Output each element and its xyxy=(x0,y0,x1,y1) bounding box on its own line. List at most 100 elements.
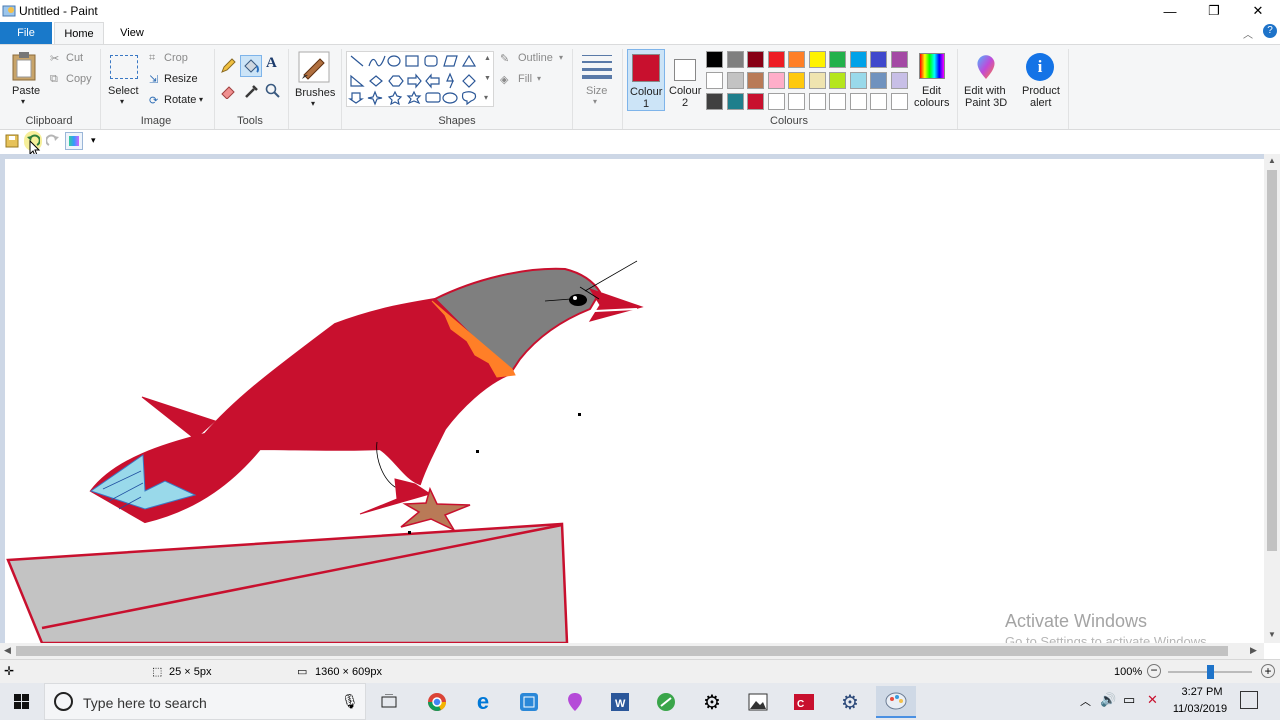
network-icon[interactable]: ✕ xyxy=(1147,692,1158,708)
shapes-gallery[interactable] xyxy=(346,51,494,107)
product-alert-button[interactable]: i Product alert xyxy=(1016,49,1066,111)
paint3d-taskbar-icon[interactable] xyxy=(555,686,595,718)
palette-swatch[interactable] xyxy=(890,72,908,89)
size-button[interactable]: Size ▾ xyxy=(577,49,617,109)
action-center-icon[interactable] xyxy=(1240,691,1258,709)
snip-icon[interactable] xyxy=(509,686,549,718)
scroll-up-icon[interactable]: ▲ xyxy=(484,55,491,62)
drawing-canvas[interactable]: Activate Windows Go to Settings to activ… xyxy=(5,159,1264,643)
palette-swatch[interactable] xyxy=(767,72,785,89)
outline-button[interactable]: Outline xyxy=(518,52,553,64)
palette-swatch[interactable] xyxy=(788,72,805,89)
task-view-icon[interactable] xyxy=(369,686,409,718)
fill-tool-button[interactable] xyxy=(240,55,262,77)
scroll-down-arrow-icon[interactable]: ▼ xyxy=(1268,630,1276,639)
palette-swatch[interactable] xyxy=(788,51,805,68)
palette-swatch[interactable] xyxy=(849,93,867,110)
horizontal-scrollbar[interactable]: ◀ ▶ xyxy=(0,643,1264,659)
fill-button[interactable]: Fill xyxy=(518,73,532,85)
clock-date[interactable]: 11/03/2019 xyxy=(1168,703,1232,715)
redo-icon[interactable] xyxy=(46,134,60,148)
clock-time[interactable]: 3:27 PM xyxy=(1172,686,1232,698)
palette-swatch[interactable] xyxy=(788,93,805,110)
magnifier-icon[interactable] xyxy=(265,83,281,99)
palette-swatch[interactable] xyxy=(706,51,723,68)
maximize-button[interactable]: ❐ xyxy=(1192,0,1236,22)
palette-swatch[interactable] xyxy=(706,93,723,110)
palette-swatch[interactable] xyxy=(829,93,846,110)
volume-icon[interactable]: 🔊 xyxy=(1100,692,1116,708)
more-shapes-icon[interactable]: ▾ xyxy=(484,93,488,102)
camtasia-icon[interactable]: C xyxy=(784,686,824,718)
palette-swatch[interactable] xyxy=(726,93,744,110)
scroll-left-arrow-icon[interactable]: ◀ xyxy=(4,645,11,656)
rotate-button[interactable]: Rotate xyxy=(164,94,196,106)
palette-swatch[interactable] xyxy=(870,72,887,89)
control-panel-icon[interactable]: ⚙ xyxy=(830,686,870,718)
palette-swatch[interactable] xyxy=(808,51,826,68)
colour1-button[interactable]: Colour 1 xyxy=(627,49,665,111)
palette-swatch[interactable] xyxy=(726,72,744,89)
vertical-scroll-thumb[interactable] xyxy=(1267,170,1277,551)
help-icon[interactable]: ? xyxy=(1263,24,1277,38)
palette-swatch[interactable] xyxy=(829,72,846,89)
palette-swatch[interactable] xyxy=(890,51,908,68)
view-toggle-button[interactable] xyxy=(65,132,83,150)
show-hidden-icons-icon[interactable]: ︿ xyxy=(1080,693,1091,709)
color-picker-icon[interactable] xyxy=(244,83,260,99)
paint-taskbar-icon[interactable] xyxy=(876,686,916,718)
zoom-in-icon[interactable]: + xyxy=(1261,664,1275,678)
scroll-right-arrow-icon[interactable]: ▶ xyxy=(1250,645,1257,656)
save-icon[interactable] xyxy=(5,134,19,148)
palette-swatch[interactable] xyxy=(747,51,764,68)
palette-swatch[interactable] xyxy=(808,72,826,89)
collapse-ribbon-icon[interactable]: ︿ xyxy=(1243,26,1253,41)
paste-button[interactable]: Paste ▾ xyxy=(4,47,46,109)
start-button[interactable] xyxy=(2,686,42,718)
pencil-icon[interactable] xyxy=(220,58,236,74)
edit-with-paint3d-button[interactable]: Edit with Paint 3D xyxy=(961,49,1011,111)
palette-swatch[interactable] xyxy=(849,72,867,89)
close-button[interactable]: ✕ xyxy=(1236,0,1280,22)
battery-icon[interactable]: ▭ xyxy=(1123,692,1135,708)
app-green-icon[interactable] xyxy=(646,686,686,718)
select-button[interactable]: Select ▾ xyxy=(106,49,142,109)
palette-swatch[interactable] xyxy=(849,51,867,68)
horizontal-scroll-thumb[interactable] xyxy=(16,646,1228,656)
photos-icon[interactable] xyxy=(738,686,778,718)
zoom-slider-thumb[interactable] xyxy=(1207,665,1214,679)
text-tool-icon[interactable]: A xyxy=(266,55,277,72)
palette-swatch[interactable] xyxy=(890,93,908,110)
palette-swatch[interactable] xyxy=(870,93,887,110)
search-box[interactable]: Type here to search 🎙 xyxy=(44,683,366,720)
copy-button[interactable]: Copy xyxy=(66,73,92,85)
tab-view[interactable]: View xyxy=(110,22,154,44)
palette-swatch[interactable] xyxy=(747,93,764,110)
vertical-scrollbar[interactable]: ▲ ▼ xyxy=(1264,154,1280,643)
tab-file[interactable]: File xyxy=(0,22,52,44)
minimize-button[interactable]: — xyxy=(1148,0,1192,22)
edit-colours-button[interactable]: Edit colours xyxy=(913,49,953,111)
palette-swatch[interactable] xyxy=(870,51,887,68)
cut-button[interactable]: Cut xyxy=(66,52,83,64)
zoom-out-icon[interactable]: − xyxy=(1147,664,1161,678)
colour2-button[interactable]: Colour 2 xyxy=(667,49,705,111)
colour-palette[interactable] xyxy=(706,51,912,113)
palette-swatch[interactable] xyxy=(808,93,826,110)
crop-button[interactable]: Crop xyxy=(164,52,188,64)
customize-toolbar-icon[interactable]: ▾ xyxy=(91,135,96,146)
word-icon[interactable]: W xyxy=(600,686,640,718)
palette-swatch[interactable] xyxy=(706,72,723,89)
chrome-icon[interactable] xyxy=(417,686,457,718)
palette-swatch[interactable] xyxy=(767,93,785,110)
scroll-down-icon[interactable]: ▼ xyxy=(484,75,491,82)
edge-icon[interactable]: e xyxy=(463,686,503,718)
palette-swatch[interactable] xyxy=(747,72,764,89)
palette-swatch[interactable] xyxy=(726,51,744,68)
resize-button[interactable]: Resize xyxy=(164,73,198,85)
settings-icon[interactable]: ⚙ xyxy=(692,686,732,718)
palette-swatch[interactable] xyxy=(767,51,785,68)
scroll-up-arrow-icon[interactable]: ▲ xyxy=(1268,156,1276,165)
tab-home[interactable]: Home xyxy=(54,22,104,44)
microphone-icon[interactable]: 🎙 xyxy=(341,693,359,710)
